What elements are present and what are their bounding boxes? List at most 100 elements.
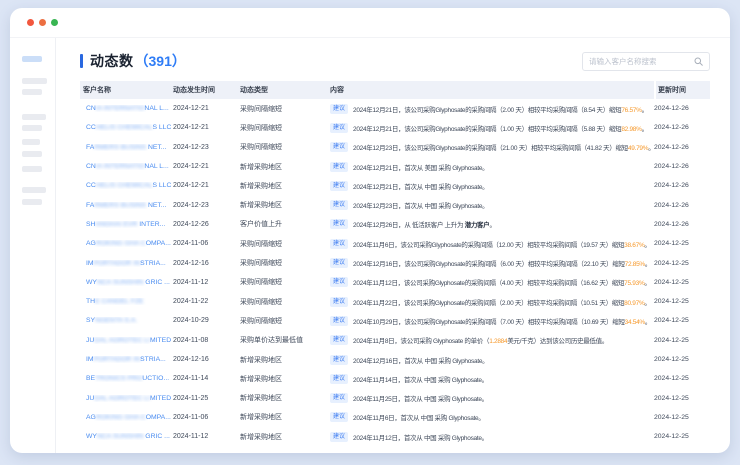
event-content: 2024年12月23日，该公司采购Glyphosate的采购间隔（21.00 天… xyxy=(353,142,654,152)
suggestion-tag: 建议 xyxy=(330,162,348,172)
update-date: 2024-12-26 xyxy=(654,105,689,112)
sidebar-item-5[interactable] xyxy=(22,139,40,145)
event-type: 新增采购地区 xyxy=(240,355,330,365)
suggestion-tag: 建议 xyxy=(330,316,348,326)
sidebar-item-7[interactable] xyxy=(22,166,42,172)
suggestion-tag: 建议 xyxy=(330,123,348,133)
event-type: 新增采购地区 xyxy=(240,432,330,442)
sidebar-item-1[interactable] xyxy=(22,78,47,84)
suggestion-tag: 建议 xyxy=(330,258,348,268)
customer-name-link[interactable]: WYNCA SUNSHIN GRIC ... xyxy=(83,433,173,440)
event-content: 2024年11月6日，该公司采购Glyphosate的采购间隔（12.00 天）… xyxy=(353,239,651,249)
event-date: 2024-12-21 xyxy=(173,182,240,189)
page-header: 动态数 （391） xyxy=(80,51,710,71)
event-type: 新增采购地区 xyxy=(240,393,330,403)
event-date: 2024-12-23 xyxy=(173,144,240,151)
suggestion-tag: 建议 xyxy=(330,393,348,403)
customer-name-link[interactable]: FARMERS BUSINS NET... xyxy=(83,202,173,209)
event-content: 2024年10月29日，该公司采购Glyphosate的采购间隔（7.00 天）… xyxy=(353,316,651,326)
event-date: 2024-11-08 xyxy=(173,337,240,344)
table-row: AGROKING GHA COMPA... 2024-11-06 采购间隔缩短 … xyxy=(80,234,710,253)
sidebar-item-0[interactable] xyxy=(22,56,42,62)
customer-name-link[interactable]: CNIA INTERNATIONAL L... xyxy=(83,163,173,170)
customer-name-link[interactable]: CCHELIS CHEMICALS LLC xyxy=(83,124,173,131)
suggestion-tag: 建议 xyxy=(330,432,348,442)
search-icon[interactable] xyxy=(694,57,703,66)
sidebar-item-4[interactable] xyxy=(22,125,42,131)
event-date: 2024-12-26 xyxy=(173,221,240,228)
event-date: 2024-10-29 xyxy=(173,317,240,324)
suggestion-tag: 建议 xyxy=(330,335,348,345)
event-type: 新增采购地区 xyxy=(240,162,330,172)
table-header-row: 客户名称 动态发生时间 动态类型 内容 更新时间 xyxy=(80,81,710,99)
event-type: 新增采购地区 xyxy=(240,374,330,384)
event-content: 2024年12月21日，该公司采购Glyphosate的采购间隔（1.00 天）… xyxy=(353,123,648,133)
customer-name-link[interactable]: IMPORTADOR INSTRIA... xyxy=(83,356,173,363)
event-type: 新增采购地区 xyxy=(240,181,330,191)
window-minimize-button[interactable] xyxy=(39,19,46,26)
customer-search-box[interactable] xyxy=(582,52,710,71)
suggestion-tag: 建议 xyxy=(330,355,348,365)
event-date: 2024-12-23 xyxy=(173,202,240,209)
event-type: 采购间隔缩短 xyxy=(240,277,330,287)
page-background: { "colors": { "accent": "#2968e0", "blue… xyxy=(0,0,740,465)
update-date: 2024-12-25 xyxy=(654,375,689,382)
customer-name-link[interactable]: WYNCA SUNSHIN GRIC ... xyxy=(83,279,173,286)
customer-name-link[interactable]: SHANGHAI EVR INTER... xyxy=(83,221,173,228)
table-row: CCHELIS CHEMICALS LLC 2024-12-21 采购间隔缩短 … xyxy=(80,118,710,137)
table-row: THE CANDEL FZE 2024-11-22 采购间隔缩短 建议 2024… xyxy=(80,292,710,311)
event-type: 新增采购地区 xyxy=(240,412,330,422)
event-date: 2024-11-06 xyxy=(173,414,240,421)
customer-name-link[interactable]: IMPORTADOR INSTRIA... xyxy=(83,260,173,267)
table-row: AGROKING GHA COMPA... 2024-11-06 新增采购地区 … xyxy=(80,408,710,427)
search-input[interactable] xyxy=(589,57,690,66)
sidebar-item-9[interactable] xyxy=(22,199,42,205)
window-titlebar xyxy=(10,8,730,38)
update-date: 2024-12-25 xyxy=(654,433,689,440)
customer-name-link[interactable]: THE CANDEL FZE xyxy=(83,298,173,305)
column-header-update-time: 更新时间 xyxy=(654,81,710,99)
customer-name-link[interactable]: CCHELIS CHEMICALS LLC xyxy=(83,182,173,189)
customer-name-link[interactable]: SYNGENTA S.A. xyxy=(83,317,173,324)
update-date: 2024-12-25 xyxy=(654,395,689,402)
column-header-content: 内容 xyxy=(330,81,654,99)
page-title: 动态数 xyxy=(90,51,134,71)
event-content: 2024年12月21日，该公司采购Glyphosate的采购间隔（2.00 天）… xyxy=(353,104,648,114)
sidebar-item-6[interactable] xyxy=(22,151,42,157)
event-date: 2024-11-14 xyxy=(173,375,240,382)
update-date: 2024-12-25 xyxy=(654,356,689,363)
event-date: 2024-12-21 xyxy=(173,124,240,131)
customer-name-link[interactable]: JUDAL AGROTEC LIMITED xyxy=(83,395,173,402)
event-content: 2024年12月23日，首次从 中国 采购 Glyphosate。 xyxy=(353,200,488,210)
event-content: 2024年11月12日，首次从 中国 采购 Glyphosate。 xyxy=(353,432,488,442)
customer-name-link[interactable]: CNIA INTERNATIONAL L... xyxy=(83,105,173,112)
table-row: SHANGHAI EVR INTER... 2024-12-26 客户价值上升 … xyxy=(80,215,710,234)
sidebar-item-2[interactable] xyxy=(22,89,42,95)
event-content: 2024年11月14日，首次从 中国 采购 Glyphosate。 xyxy=(353,374,488,384)
event-date: 2024-11-25 xyxy=(173,395,240,402)
sidebar-item-3[interactable] xyxy=(22,114,46,120)
update-date: 2024-12-26 xyxy=(654,124,689,131)
table-row: CNIA INTERNATIONAL L... 2024-12-21 新增采购地… xyxy=(80,157,710,176)
event-type: 客户价值上升 xyxy=(240,219,330,229)
customer-name-link[interactable]: AGROKING GHA COMPA... xyxy=(83,240,173,247)
window-zoom-button[interactable] xyxy=(51,19,58,26)
customer-name-link[interactable]: BETRONICS PROUCTIO... xyxy=(83,375,173,382)
customer-name-link[interactable]: JUDAL AGROTEC LIMITED xyxy=(83,337,173,344)
customer-name-link[interactable]: FARMERS BUSINS NET... xyxy=(83,144,173,151)
update-date: 2024-12-25 xyxy=(654,260,689,267)
main-panel: 动态数 （391） 客户名称 动态发生时间 动态类型 内容 更新时间 xyxy=(56,38,730,453)
update-date: 2024-12-25 xyxy=(654,240,689,247)
suggestion-tag: 建议 xyxy=(330,104,348,114)
table-row: IMPORTADOR INSTRIA... 2024-12-16 新增采购地区 … xyxy=(80,350,710,369)
column-header-event-type: 动态类型 xyxy=(240,81,330,99)
window-close-button[interactable] xyxy=(27,19,34,26)
update-date: 2024-12-26 xyxy=(654,182,689,189)
customer-name-link[interactable]: AGROKING GHA COMPA... xyxy=(83,414,173,421)
event-date: 2024-12-16 xyxy=(173,260,240,267)
event-content: 2024年12月21日，首次从 中国 采购 Glyphosate。 xyxy=(353,181,488,191)
event-date: 2024-12-21 xyxy=(173,163,240,170)
sidebar-item-8[interactable] xyxy=(22,187,46,193)
event-content: 2024年12月16日，该公司采购Glyphosate的采购间隔（6.00 天）… xyxy=(353,258,651,268)
table-row: JUDAL AGROTEC LIMITED 2024-11-08 采购单价达到最… xyxy=(80,331,710,350)
